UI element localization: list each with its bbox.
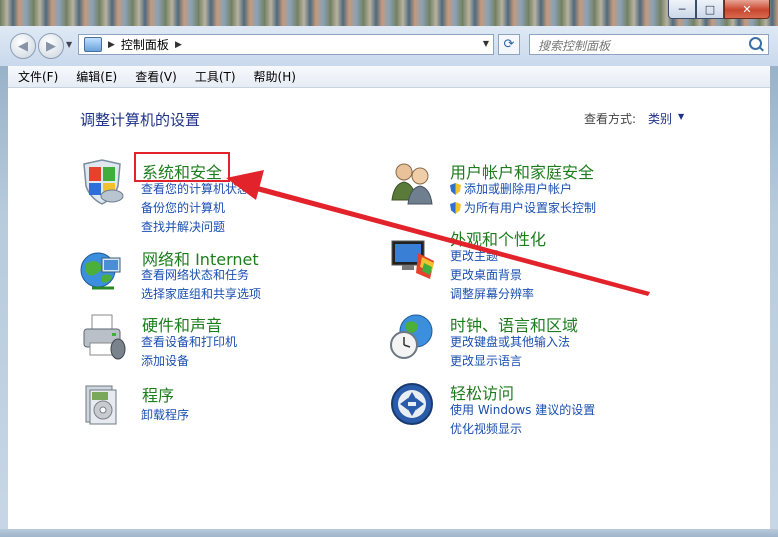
address-dropdown-icon[interactable]: ▼ (483, 39, 489, 48)
minimize-button[interactable]: ─ (668, 0, 696, 19)
refresh-button[interactable]: ⟳ (498, 34, 520, 55)
chevron-right-icon[interactable]: ▶ (108, 40, 115, 50)
control-panel-icon (84, 37, 102, 52)
menu-file[interactable]: 文件(F) (8, 68, 66, 85)
menu-help[interactable]: 帮助(H) (244, 68, 304, 85)
address-toolbar: ◀ ▶ ▼ ▶ 控制面板 ▶ ▼ ⟳ (0, 26, 778, 66)
menu-bar: 文件(F) 编辑(E) 查看(V) 工具(T) 帮助(H) (8, 66, 770, 88)
left-arrow-icon: ◀ (18, 38, 28, 54)
menu-view[interactable]: 查看(V) (125, 68, 185, 85)
right-arrow-icon: ▶ (46, 38, 56, 54)
refresh-icon: ⟳ (503, 37, 515, 52)
menu-edit[interactable]: 编辑(E) (66, 68, 125, 85)
search-input[interactable] (536, 36, 740, 55)
breadcrumb-control-panel[interactable]: 控制面板 (121, 36, 169, 53)
address-bar[interactable]: ▶ 控制面板 ▶ ▼ (78, 34, 494, 55)
maximize-button[interactable]: □ (696, 0, 724, 19)
annotation-arrow (226, 170, 650, 296)
search-icon[interactable] (749, 37, 762, 50)
window-title-bar: ─ □ ✕ (0, 0, 778, 26)
forward-button[interactable]: ▶ (38, 33, 64, 59)
window-bottom-frame (0, 529, 778, 537)
chevron-right-icon[interactable]: ▶ (175, 40, 182, 50)
window-controls: ─ □ ✕ (668, 0, 770, 19)
search-box[interactable] (529, 34, 769, 55)
menu-tools[interactable]: 工具(T) (185, 68, 244, 85)
close-button[interactable]: ✕ (724, 0, 770, 19)
recent-pages-dropdown[interactable]: ▼ (66, 40, 72, 49)
control-panel-content: 调整计算机的设置 查看方式: 类别 ▼ 系统和安全 查看您的计算机状态 备份您的… (8, 88, 770, 529)
back-button[interactable]: ◀ (10, 33, 36, 59)
